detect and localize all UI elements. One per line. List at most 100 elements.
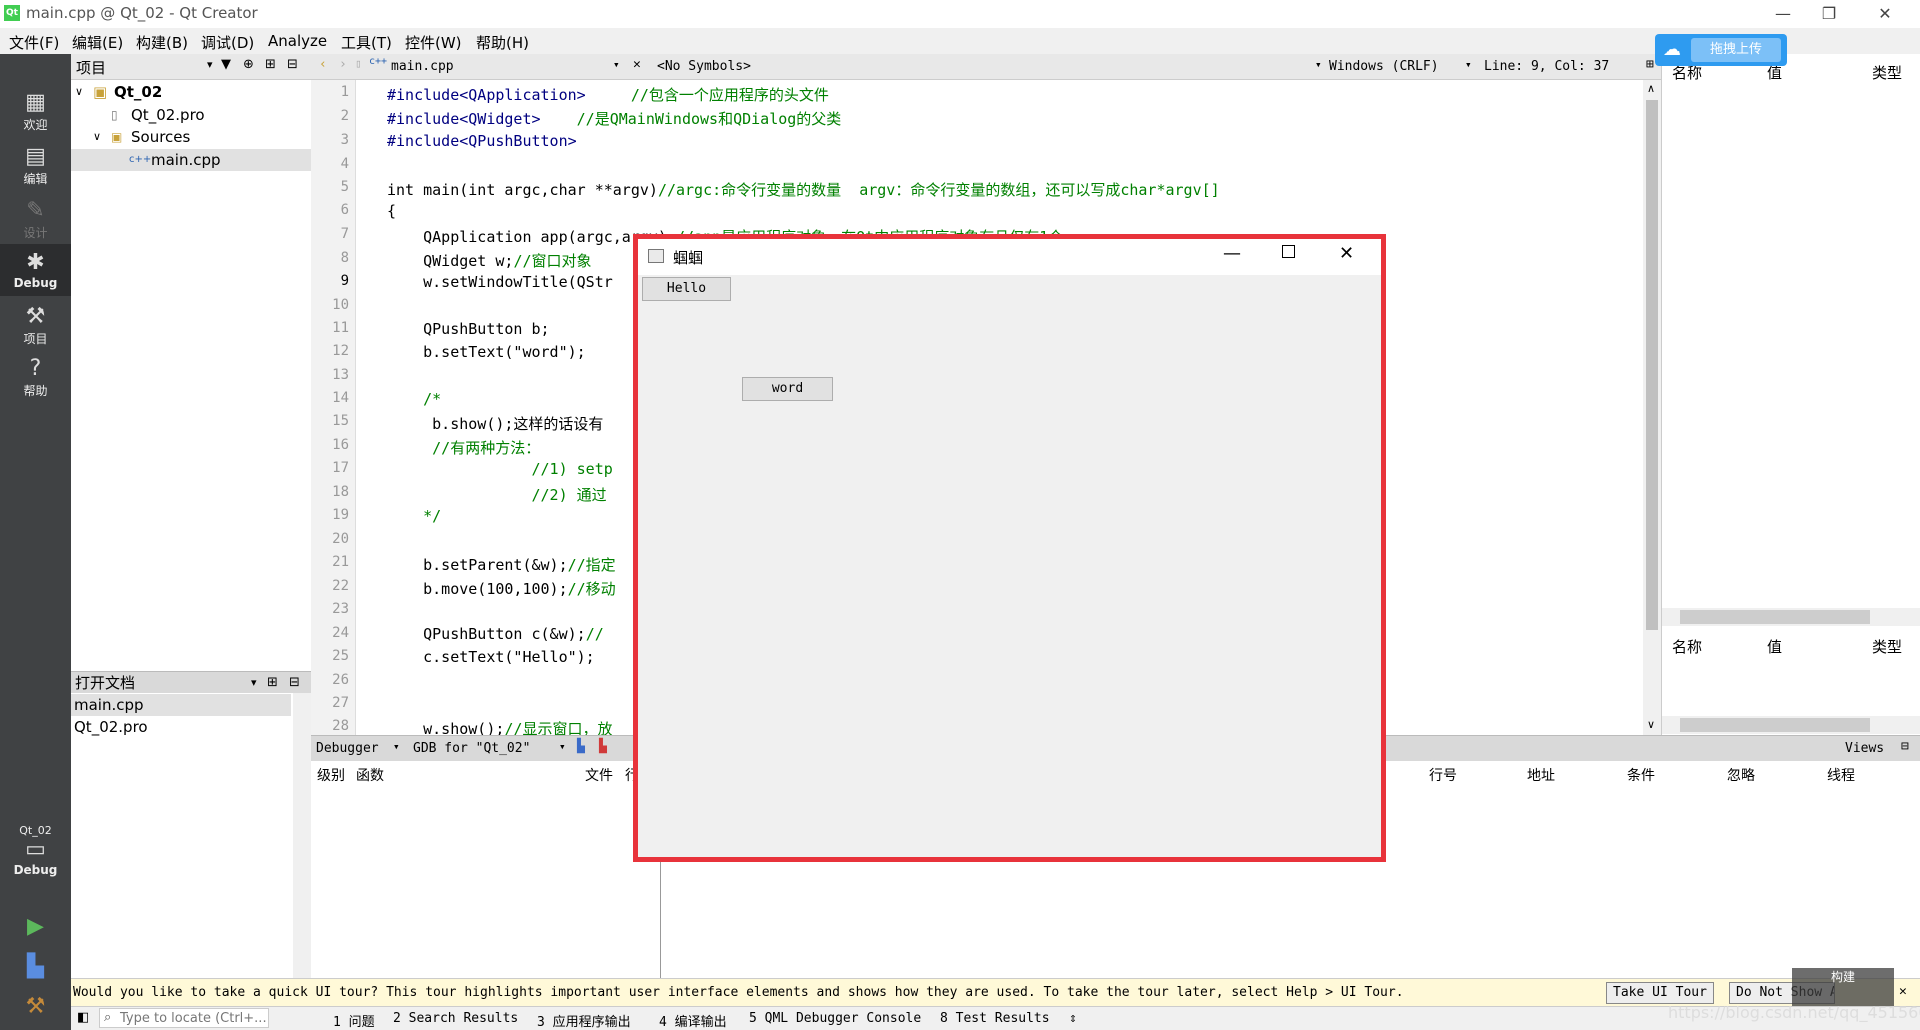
locals-hscrollbar[interactable] bbox=[1662, 608, 1920, 626]
split-icon[interactable]: ⊞ bbox=[1646, 57, 1654, 72]
pane-compile-output[interactable]: 4 编译输出 bbox=[659, 1011, 727, 1030]
filter-icon[interactable]: ▼ bbox=[221, 57, 231, 72]
cpp-file-icon: c++ bbox=[129, 154, 152, 165]
kit-selector[interactable]: Qt_02 ▭ Debug bbox=[0, 824, 71, 877]
dropdown-icon[interactable]: ▾ bbox=[1315, 58, 1322, 71]
close-icon[interactable]: ✕ bbox=[1899, 984, 1907, 999]
open-doc-item[interactable]: main.cpp bbox=[71, 694, 291, 716]
debug-run-button[interactable]: ▙ bbox=[0, 954, 71, 980]
close-pane-icon[interactable]: ⊟ bbox=[1901, 739, 1909, 754]
dropdown-icon[interactable]: ▾ bbox=[1465, 58, 1472, 71]
watch-col-name[interactable]: 名称 bbox=[1672, 636, 1702, 657]
pane-test-results[interactable]: 8 Test Results bbox=[940, 1011, 1050, 1026]
chevron-up-icon[interactable]: ∧ bbox=[1647, 82, 1655, 95]
hello-button[interactable]: Hello bbox=[642, 277, 731, 301]
close-file-icon[interactable]: ✕ bbox=[633, 57, 641, 72]
watch-hscrollbar[interactable] bbox=[1662, 716, 1920, 734]
menu-help[interactable]: 帮助(H) bbox=[476, 32, 529, 53]
dropdown-icon[interactable]: ▾ bbox=[251, 672, 257, 694]
open-doc-item[interactable]: Qt_02.pro bbox=[71, 716, 311, 738]
build-button[interactable]: ⚒ bbox=[0, 994, 71, 1020]
scrollbar-thumb[interactable] bbox=[1680, 610, 1870, 624]
menu-build[interactable]: 构建(B) bbox=[136, 32, 188, 53]
mode-welcome[interactable]: ▦ 欢迎 bbox=[0, 90, 71, 133]
take-ui-tour-button[interactable]: Take UI Tour bbox=[1606, 982, 1714, 1004]
scrollbar-thumb[interactable] bbox=[1646, 100, 1658, 630]
project-pane-title[interactable]: 项目 bbox=[76, 57, 106, 78]
menu-edit[interactable]: 编辑(E) bbox=[72, 32, 123, 53]
minimize-icon[interactable]: — bbox=[1760, 0, 1806, 28]
dropdown-icon[interactable]: ▾ bbox=[559, 740, 566, 753]
close-icon[interactable]: ✕ bbox=[1862, 0, 1908, 28]
mode-design[interactable]: ✎ 设计 bbox=[0, 198, 71, 241]
back-icon[interactable]: ‹ bbox=[319, 57, 327, 72]
stack-col-level[interactable]: 级别 bbox=[317, 765, 345, 785]
dropdown-icon[interactable]: ▾ bbox=[207, 58, 213, 71]
open-docs-list: main.cpp Qt_02.pro bbox=[71, 693, 311, 978]
debugger-mode-combo[interactable]: Debugger bbox=[316, 741, 379, 756]
bp-col-thread[interactable]: 线程 bbox=[1827, 765, 1855, 785]
split-icon[interactable]: ⊞ bbox=[267, 672, 278, 694]
upload-widget[interactable]: ☁ 拖拽上传 bbox=[1655, 34, 1787, 66]
link-icon[interactable]: ⊕ bbox=[243, 57, 254, 72]
mode-debug[interactable]: ✱ Debug bbox=[0, 244, 71, 296]
dropdown-icon[interactable]: ▾ bbox=[613, 58, 620, 71]
restore-icon[interactable]: ❐ bbox=[1806, 0, 1852, 28]
menu-widgets[interactable]: 控件(W) bbox=[405, 32, 462, 53]
menu-tools[interactable]: 工具(T) bbox=[341, 32, 392, 53]
open-docs-scrollbar[interactable] bbox=[293, 693, 311, 978]
mode-projects[interactable]: ⚒ 项目 bbox=[0, 304, 71, 347]
run-button[interactable]: ▶ bbox=[0, 914, 71, 940]
views-menu[interactable]: Views bbox=[1845, 741, 1884, 756]
mode-help[interactable]: ? 帮助 bbox=[0, 356, 71, 399]
pane-qml-console[interactable]: 5 QML Debugger Console bbox=[749, 1011, 921, 1026]
menu-debug[interactable]: 调试(D) bbox=[201, 32, 254, 53]
symbols-combo[interactable]: <No Symbols> bbox=[657, 59, 751, 74]
locator-input[interactable]: ⌕ Type to locate (Ctrl+... bbox=[99, 1008, 269, 1028]
dropdown-icon[interactable]: ▾ bbox=[393, 740, 400, 753]
stack-col-function[interactable]: 函数 bbox=[356, 765, 384, 785]
chevron-down-icon[interactable]: ∨ bbox=[75, 81, 83, 103]
cursor-position[interactable]: Line: 9, Col: 37 bbox=[1484, 59, 1609, 74]
debug-stop-icon[interactable]: ▙ bbox=[599, 739, 607, 754]
debugger-engine-combo[interactable]: GDB for "Qt_02" bbox=[413, 741, 530, 756]
minimize-icon[interactable]: — bbox=[1223, 243, 1241, 264]
watch-col-type[interactable]: 类型 bbox=[1872, 636, 1902, 657]
menu-file[interactable]: 文件(F) bbox=[9, 32, 59, 53]
scrollbar-thumb[interactable] bbox=[1680, 718, 1870, 732]
tree-item-pro[interactable]: ▯ Qt_02.pro bbox=[71, 104, 311, 126]
mode-edit[interactable]: ▤ 编辑 bbox=[0, 144, 71, 187]
build-badge[interactable]: 构建 bbox=[1792, 968, 1894, 1006]
encoding-label[interactable]: Windows (CRLF) bbox=[1329, 59, 1439, 74]
pane-more-icon[interactable]: ⇕ bbox=[1069, 1011, 1077, 1026]
line-number: 21 bbox=[332, 554, 349, 570]
chevron-down-icon[interactable]: ∨ bbox=[93, 126, 101, 148]
word-button[interactable]: word bbox=[742, 377, 833, 401]
bp-col-condition[interactable]: 条件 bbox=[1627, 765, 1655, 785]
pane-search-results[interactable]: 2 Search Results bbox=[393, 1011, 518, 1026]
pane-app-output[interactable]: 3 应用程序输出 bbox=[537, 1011, 631, 1030]
bp-col-line[interactable]: 行号 bbox=[1429, 765, 1457, 785]
close-icon[interactable]: ✕ bbox=[1339, 243, 1354, 264]
tree-item-main-cpp[interactable]: c++ main.cpp bbox=[71, 149, 311, 171]
chevron-down-icon[interactable]: ∨ bbox=[1647, 718, 1655, 731]
toggle-sidebar-icon[interactable]: ◧ bbox=[77, 1010, 89, 1025]
forward-icon[interactable]: › bbox=[339, 57, 347, 72]
watch-col-value[interactable]: 值 bbox=[1767, 636, 1782, 657]
editor-file-combo[interactable]: main.cpp bbox=[391, 59, 454, 74]
tree-item-sources[interactable]: ∨ ▣ Sources bbox=[71, 126, 311, 148]
close-pane-icon[interactable]: ⊟ bbox=[289, 672, 300, 694]
open-docs-title[interactable]: 打开文档 bbox=[75, 674, 135, 692]
stack-col-file[interactable]: 文件 bbox=[585, 765, 613, 785]
bp-col-ignore[interactable]: 忽略 bbox=[1727, 765, 1755, 785]
pane-issues[interactable]: 1 问题 bbox=[333, 1011, 375, 1030]
bp-col-address[interactable]: 地址 bbox=[1527, 765, 1555, 785]
maximize-icon[interactable] bbox=[1282, 245, 1295, 258]
locals-col-type[interactable]: 类型 bbox=[1872, 62, 1902, 83]
tree-item-project[interactable]: ∨ ▣ Qt_02 bbox=[71, 81, 311, 103]
close-pane-icon[interactable]: ⊟ bbox=[287, 57, 298, 72]
split-icon[interactable]: ⊞ bbox=[265, 57, 276, 72]
menu-analyze[interactable]: Analyze bbox=[268, 32, 327, 50]
line-number: 19 bbox=[332, 507, 349, 523]
debug-continue-icon[interactable]: ▙ bbox=[577, 739, 585, 754]
